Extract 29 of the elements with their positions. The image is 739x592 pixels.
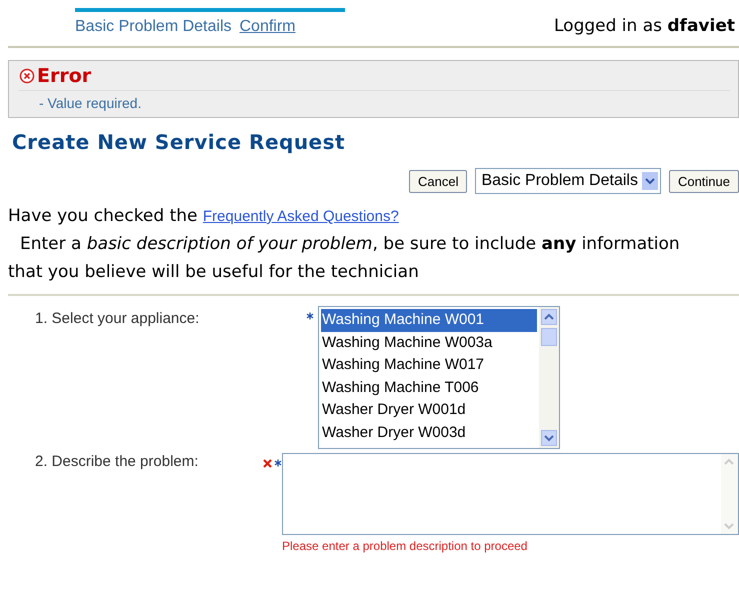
instructions-text: Enter a basic description of your problem, be sure to include any information that you believe will be useful for the technician <box>8 233 681 284</box>
error-message: - Value required. <box>39 95 142 111</box>
field-label: 1. Select your appliance: <box>34 309 200 327</box>
list-option[interactable]: Washer Dryer W001d <box>321 399 537 422</box>
field-label: 2. Describe the problem: <box>34 453 200 470</box>
train-step-link[interactable]: Confirm <box>240 18 296 36</box>
list-option[interactable]: Washing Machine W001 <box>321 309 537 332</box>
error-icon <box>19 68 35 84</box>
cancel-button[interactable]: Cancel <box>408 170 468 192</box>
list-option[interactable]: Washing Machine T006 <box>321 376 537 399</box>
scroll-thumb[interactable] <box>541 328 557 346</box>
scroll-down-icon[interactable] <box>541 430 557 446</box>
error-title: Error <box>37 65 92 87</box>
login-status: Logged in as dfaviet <box>554 16 735 36</box>
train-step: Basic Problem Details <box>75 18 232 36</box>
faq-prompt: Have you checked the Frequently Asked Questions? <box>8 206 400 226</box>
field-error-message: Please enter a problem description to proceed <box>282 539 528 553</box>
faq-link[interactable]: Frequently Asked Questions? <box>202 208 399 225</box>
list-option[interactable]: Washing Machine W017 <box>321 354 537 376</box>
page-title: Create New Service Request <box>12 130 346 154</box>
step-dropdown[interactable]: Basic Problem Details <box>475 168 661 194</box>
continue-button[interactable]: Continue <box>668 170 739 192</box>
caret-icon[interactable] <box>642 172 658 190</box>
list-option[interactable]: Washer Dryer W003d <box>321 422 537 444</box>
problem-textarea[interactable] <box>282 453 739 535</box>
scrollbar[interactable] <box>539 307 559 448</box>
scroll-up-icon[interactable] <box>541 309 557 325</box>
list-option[interactable]: Washing Machine W003a <box>321 332 537 354</box>
appliance-listbox[interactable]: Washing Machine W001 Washing Machine W003a Washing Machine W017 Washing Machine T006 Washer Dryer W001d Washer Dryer W003d <box>318 306 560 449</box>
